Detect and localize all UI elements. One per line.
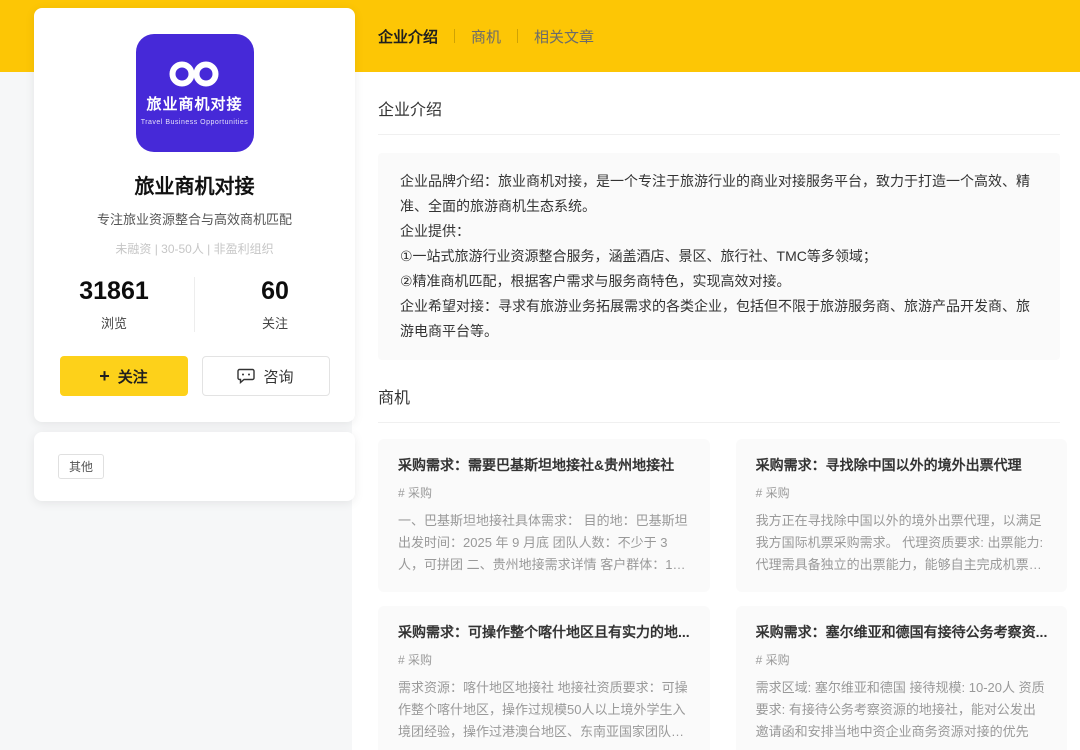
- intro-line: ①一站式旅游行业资源整合服务，涵盖酒店、景区、旅行社、TMC等多领域；: [400, 244, 1038, 269]
- consult-button[interactable]: 咨询: [202, 356, 330, 396]
- opportunity-body: 需求资源：喀什地区地接社 地接社资质要求：可操作整个喀什地区，操作过规模50人以…: [398, 677, 690, 743]
- company-logo: 旅业商机对接 Travel Business Opportunities: [136, 34, 254, 152]
- logo-title: 旅业商机对接: [146, 93, 242, 114]
- intro-line: 企业提供：: [400, 219, 1038, 244]
- intro-line: ②精准商机匹配，根据客户需求与服务商特色，实现高效对接。: [400, 269, 1038, 294]
- plus-icon: +: [99, 367, 110, 385]
- opportunity-title: 采购需求：可操作整个喀什地区且有实力的地...: [398, 622, 690, 642]
- logo-subtitle: Travel Business Opportunities: [141, 119, 249, 126]
- opportunities-section-header: 商机: [378, 384, 1060, 423]
- views-label: 浏览: [34, 313, 194, 332]
- tab-company-intro[interactable]: 企业介绍: [378, 26, 438, 47]
- opportunity-body: 一、巴基斯坦地接社具体需求： 目的地：巴基斯坦 出发时间：2025 年 9 月底…: [398, 510, 690, 576]
- section-title-opportunities: 商机: [378, 384, 1060, 408]
- content-panel: 企业介绍 企业品牌介绍：旅业商机对接，是一个专注于旅游行业的商业对接服务平台，致…: [352, 72, 1080, 750]
- opportunity-title: 采购需求：需要巴基斯坦地接社&贵州地接社: [398, 455, 690, 475]
- opportunity-tag: # 采购: [756, 484, 1048, 501]
- follow-button-label: 关注: [118, 366, 148, 387]
- follow-button[interactable]: + 关注: [60, 356, 188, 396]
- stat-views: 31861 浏览: [34, 277, 195, 332]
- views-count: 31861: [34, 277, 194, 306]
- infinity-icon: [166, 60, 224, 88]
- opportunity-title: 采购需求：寻找除中国以外的境外出票代理: [756, 455, 1048, 475]
- page: 企业介绍 商机 相关文章 旅业商机对接 Travel Business Oppo…: [0, 0, 1080, 750]
- opportunity-tag: # 采购: [398, 651, 690, 668]
- intro-line: 企业品牌介绍：旅业商机对接，是一个专注于旅游行业的商业对接服务平台，致力于打造一…: [400, 169, 1038, 219]
- followers-label: 关注: [195, 313, 355, 332]
- opportunity-tag: # 采购: [756, 651, 1048, 668]
- opportunity-card[interactable]: 采购需求：需要巴基斯坦地接社&贵州地接社 # 采购 一、巴基斯坦地接社具体需求：…: [378, 439, 710, 592]
- company-meta: 未融资 | 30-50人 | 非盈利组织: [34, 240, 355, 257]
- intro-section-header: 企业介绍: [378, 96, 1060, 135]
- opportunity-card[interactable]: 采购需求：寻找除中国以外的境外出票代理 # 采购 我方正在寻找除中国以外的境外出…: [736, 439, 1068, 592]
- company-name: 旅业商机对接: [34, 170, 355, 199]
- opportunity-card[interactable]: 采购需求：可操作整个喀什地区且有实力的地... # 采购 需求资源：喀什地区地接…: [378, 606, 710, 750]
- intro-line: 企业希望对接：寻求有旅游业务拓展需求的各类企业，包括但不限于旅游服务商、旅游产品…: [400, 294, 1038, 344]
- category-tag: 其他: [58, 454, 104, 479]
- section-title-intro: 企业介绍: [378, 96, 1060, 120]
- opportunity-tag: # 采购: [398, 484, 690, 501]
- opportunity-card[interactable]: 采购需求：塞尔维亚和德国有接待公务考察资... # 采购 需求区域: 塞尔维亚和…: [736, 606, 1068, 750]
- opportunity-body: 需求区域: 塞尔维亚和德国 接待规模: 10-20人 资质要求: 有接待公务考察…: [756, 677, 1048, 743]
- category-card: 其他: [34, 432, 355, 501]
- tab-divider: [454, 29, 455, 43]
- profile-panel: 旅业商机对接 Travel Business Opportunities 旅业商…: [34, 8, 355, 501]
- profile-tabs: 企业介绍 商机 相关文章: [378, 0, 594, 72]
- tab-divider: [517, 29, 518, 43]
- tab-opportunities[interactable]: 商机: [471, 26, 501, 47]
- tab-articles[interactable]: 相关文章: [534, 26, 594, 47]
- consult-button-label: 咨询: [263, 366, 293, 387]
- opportunities-grid: 采购需求：需要巴基斯坦地接社&贵州地接社 # 采购 一、巴基斯坦地接社具体需求：…: [378, 439, 1060, 750]
- intro-box: 企业品牌介绍：旅业商机对接，是一个专注于旅游行业的商业对接服务平台，致力于打造一…: [378, 153, 1060, 360]
- company-profile-card: 旅业商机对接 Travel Business Opportunities 旅业商…: [34, 8, 355, 422]
- stats-row: 31861 浏览 60 关注: [34, 277, 355, 332]
- chat-bubble-icon: [237, 368, 255, 384]
- stat-followers: 60 关注: [195, 277, 355, 332]
- company-tagline: 专注旅业资源整合与高效商机匹配: [34, 209, 355, 228]
- action-buttons: + 关注 咨询: [34, 356, 355, 396]
- opportunity-body: 我方正在寻找除中国以外的境外出票代理，以满足我方国际机票采购需求。 代理资质要求…: [756, 510, 1048, 576]
- opportunity-title: 采购需求：塞尔维亚和德国有接待公务考察资...: [756, 622, 1048, 642]
- followers-count: 60: [195, 277, 355, 306]
